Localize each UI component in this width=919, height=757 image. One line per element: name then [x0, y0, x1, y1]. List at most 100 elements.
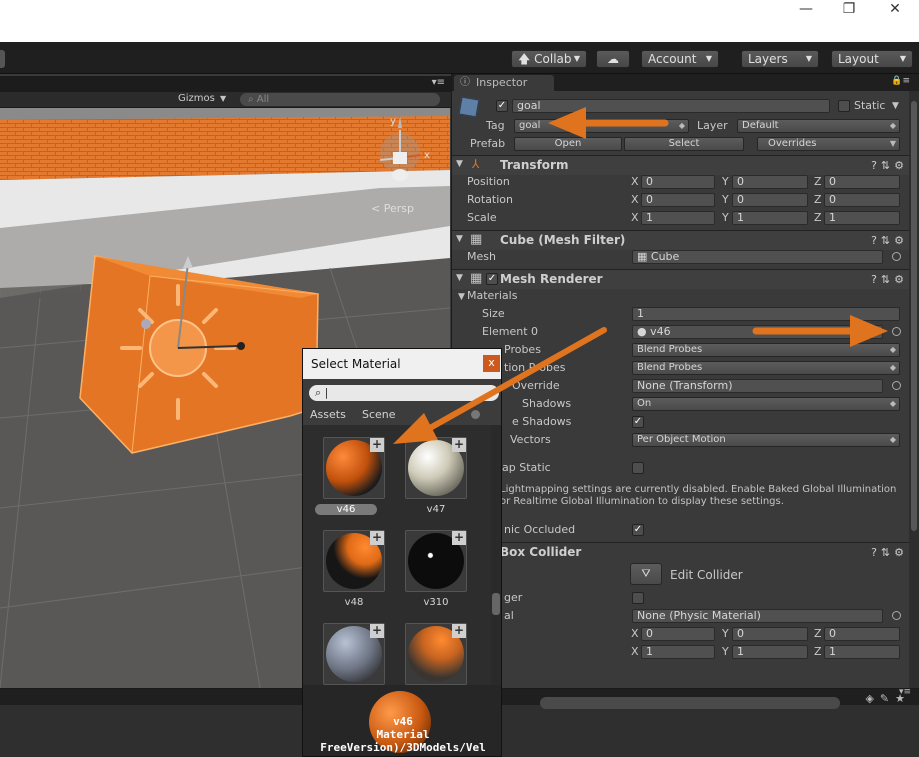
anchor-picker-button[interactable]: [892, 381, 901, 390]
material-name: v47: [426, 504, 446, 515]
material-item[interactable]: +: [405, 437, 467, 499]
close-icon[interactable]: ✕: [885, 2, 905, 16]
scale-z-field[interactable]: 1: [824, 211, 900, 225]
mesh-filter-header[interactable]: ▼ ▦ Cube (Mesh Filter) ?⇅⚙: [452, 230, 912, 250]
minimize-icon[interactable]: —: [796, 2, 816, 16]
popup-scrollbar[interactable]: [491, 425, 501, 685]
zoom-slider-handle[interactable]: [471, 410, 480, 419]
foldout-icon[interactable]: ▼: [458, 292, 465, 302]
dynamic-occluded-checkbox[interactable]: ✓: [632, 524, 644, 536]
layout-button[interactable]: Layout ▼: [831, 50, 913, 68]
lightmap-static-checkbox[interactable]: [632, 462, 644, 474]
motion-vectors-dropdown[interactable]: Per Object Motion ◆: [632, 433, 900, 447]
layer-value: Default: [742, 120, 779, 131]
account-button[interactable]: Account ▼: [641, 50, 719, 68]
anchor-override-field[interactable]: None (Transform): [632, 379, 883, 393]
active-checkbox[interactable]: ✓: [496, 100, 508, 112]
receive-shadows-checkbox[interactable]: ✓: [632, 416, 644, 428]
restore-icon[interactable]: ❐: [839, 2, 859, 16]
position-y-field[interactable]: 0: [732, 175, 808, 189]
object-name-field[interactable]: goal: [512, 99, 830, 113]
collab-button[interactable]: 🡅 Collab ▼: [511, 50, 587, 68]
component-menu-icons[interactable]: ?⇅⚙: [871, 234, 908, 247]
popup-scroll-thumb[interactable]: [492, 593, 500, 615]
menu-icon[interactable]: ▾≡: [899, 687, 911, 697]
inspector-scrollbar[interactable]: [909, 91, 919, 688]
updown-icon: ◆: [889, 363, 896, 372]
physic-material-field[interactable]: None (Physic Material): [632, 609, 883, 623]
tab-scene[interactable]: Scene: [357, 407, 401, 423]
layers-button[interactable]: Layers ▼: [741, 50, 819, 68]
position-z-field[interactable]: 0: [824, 175, 900, 189]
materials-size-field[interactable]: 1: [632, 307, 900, 321]
physic-material-picker-button[interactable]: [892, 611, 901, 620]
tab-inspector[interactable]: ⓘ Inspector: [454, 75, 554, 91]
rotation-y-field[interactable]: 0: [732, 193, 808, 207]
popup-close-button[interactable]: x: [483, 355, 500, 372]
mesh-field[interactable]: ▦ Cube: [632, 250, 883, 264]
size-z-field[interactable]: 1: [824, 645, 900, 659]
position-x-field[interactable]: 0: [641, 175, 715, 189]
mesh-renderer-title: Mesh Renderer: [500, 272, 603, 286]
center-x-field[interactable]: 0: [641, 627, 715, 641]
element0-label: Element 0: [482, 325, 539, 338]
lock-icon[interactable]: 🔒≡: [891, 76, 910, 86]
scale-x-field[interactable]: 1: [641, 211, 715, 225]
is-trigger-checkbox[interactable]: [632, 592, 644, 604]
material-item[interactable]: +: [405, 530, 467, 592]
motion-vectors-value: Per Object Motion: [637, 434, 726, 445]
x-label: X: [631, 645, 639, 658]
component-menu-icons[interactable]: ?⇅⚙: [871, 273, 908, 286]
size-x-field[interactable]: 1: [641, 645, 715, 659]
prefab-open-label: Open: [554, 138, 582, 149]
rotation-z-field[interactable]: 0: [824, 193, 900, 207]
light-probes-dropdown[interactable]: Blend Probes ◆: [632, 343, 900, 357]
center-y-field[interactable]: 0: [732, 627, 808, 641]
lightmap-info-line2: or Realtime Global Illumination to displ…: [500, 496, 784, 507]
inspector-scroll-thumb[interactable]: [911, 101, 917, 531]
chevron-down-icon[interactable]: ▼: [892, 101, 899, 111]
layer-dropdown[interactable]: Default ◆: [737, 119, 900, 133]
popup-titlebar[interactable]: Select Material: [303, 349, 501, 379]
material-item[interactable]: +: [323, 437, 385, 499]
menu-icon[interactable]: ▾≡: [432, 77, 445, 88]
z-label: Z: [814, 175, 822, 188]
search-icon: ⌕: [315, 386, 322, 399]
gizmos-dropdown[interactable]: Gizmos: [178, 93, 215, 104]
transform-title: Transform: [500, 158, 569, 172]
popup-search-input[interactable]: ⌕ |: [309, 385, 499, 401]
project-search-input[interactable]: [540, 697, 840, 709]
edit-collider-button[interactable]: ⛛: [630, 563, 662, 585]
center-z-field[interactable]: 0: [824, 627, 900, 641]
static-checkbox[interactable]: [838, 100, 850, 112]
cloud-button[interactable]: ☁: [596, 50, 630, 68]
material-item[interactable]: +: [405, 623, 467, 685]
cast-shadows-dropdown[interactable]: On ◆: [632, 397, 900, 411]
reflection-probes-dropdown[interactable]: Blend Probes ◆: [632, 361, 900, 375]
prefab-open-button[interactable]: Open: [514, 137, 622, 151]
prefab-overrides-dropdown[interactable]: Overrides ▼: [757, 137, 900, 151]
object-picker-button[interactable]: [892, 252, 901, 261]
z-label: Z: [814, 193, 822, 206]
persp-label[interactable]: < Persp: [371, 202, 414, 215]
element0-field[interactable]: ● v46: [632, 325, 883, 339]
size-y-field[interactable]: 1: [732, 645, 808, 659]
mesh-renderer-header[interactable]: ▼ ▦ ✓ Mesh Renderer ?⇅⚙: [452, 269, 912, 289]
material-picker-button[interactable]: [892, 327, 901, 336]
tab-assets[interactable]: Assets: [305, 407, 351, 423]
toolbar-left-button[interactable]: [0, 50, 5, 68]
scene-search-input[interactable]: ⌕ All: [240, 93, 440, 106]
material-item[interactable]: +: [323, 530, 385, 592]
component-menu-icons[interactable]: ?⇅⚙: [871, 546, 908, 559]
prefab-select-button[interactable]: Select: [624, 137, 744, 151]
tag-dropdown[interactable]: goal ◆: [514, 119, 689, 133]
transform-header[interactable]: ▼ ⅄ Transform ?⇅⚙: [452, 155, 912, 175]
chevron-down-icon: ▼: [889, 139, 896, 148]
rotation-x-field[interactable]: 0: [641, 193, 715, 207]
box-collider-header[interactable]: Box Collider ?⇅⚙: [452, 542, 912, 562]
updown-icon: ◆: [889, 435, 896, 444]
scale-y-field[interactable]: 1: [732, 211, 808, 225]
component-menu-icons[interactable]: ?⇅⚙: [871, 159, 908, 172]
material-item[interactable]: +: [323, 623, 385, 685]
mesh-renderer-enabled-checkbox[interactable]: ✓: [486, 273, 498, 285]
